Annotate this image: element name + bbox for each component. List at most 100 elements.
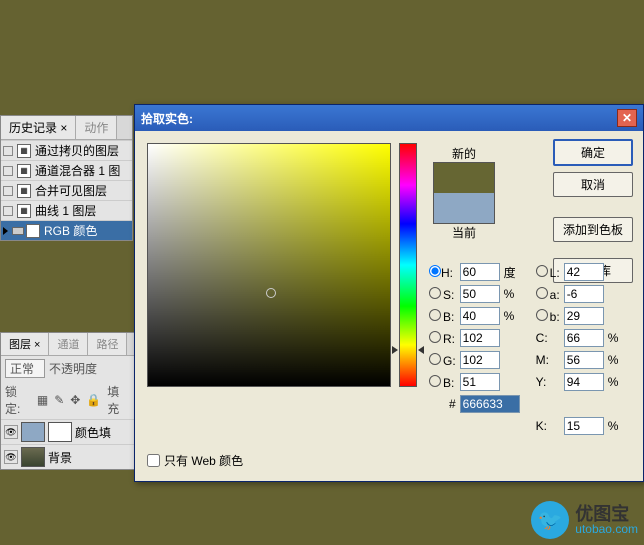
b3-radio[interactable]: B: — [429, 375, 456, 390]
hex-label: # — [429, 397, 456, 411]
c-unit: % — [608, 331, 619, 345]
hue-slider[interactable] — [399, 143, 417, 387]
history-label: 通过拷贝的图层 — [35, 142, 119, 159]
new-color-swatch — [434, 163, 494, 193]
layer-name: 背景 — [48, 449, 72, 466]
rgb-icon: ▤ — [26, 224, 40, 238]
layer-thumb — [21, 422, 45, 442]
c-label: C: — [536, 331, 560, 345]
dialog-titlebar[interactable]: 拾取实色: ✕ — [135, 105, 643, 131]
layer-thumb — [21, 447, 45, 467]
fill-label: 填充 — [107, 383, 130, 417]
watermark-name: 优图宝 — [575, 505, 638, 523]
tab-layers[interactable]: 图层 × — [1, 333, 49, 355]
b2-radio[interactable]: b: — [536, 309, 560, 324]
color-cursor — [266, 288, 276, 298]
history-row[interactable]: ▦曲线 1 图层 — [1, 200, 132, 220]
web-only-checkbox[interactable]: 只有 Web 颜色 — [147, 452, 243, 469]
lock-all-icon[interactable]: 🔒 — [86, 393, 101, 407]
web-only-label: 只有 Web 颜色 — [164, 452, 243, 469]
close-button[interactable]: ✕ — [617, 109, 637, 127]
h-radio[interactable]: H: — [429, 265, 456, 280]
y-input[interactable] — [564, 373, 604, 391]
g-input[interactable] — [460, 351, 500, 369]
history-panel: 历史记录 × 动作 ▦通过拷贝的图层 ▦通道混合器 1 图 ▦合并可见图层 ▦曲… — [0, 115, 133, 241]
l-input[interactable] — [564, 263, 604, 281]
mask-thumb — [48, 422, 72, 442]
k-unit: % — [608, 419, 619, 433]
watermark: 🐦 优图宝 utobao.com — [531, 501, 638, 539]
current-color-swatch[interactable] — [434, 193, 494, 223]
tab-history[interactable]: 历史记录 × — [1, 116, 76, 139]
b-input[interactable] — [460, 307, 500, 325]
l-radio[interactable]: L: — [536, 265, 560, 280]
tab-paths[interactable]: 路径 — [88, 333, 127, 355]
layers-panel: 图层 × 通道 路径 正常 不透明度 锁定: ▦ ✎ ✥ 🔒 填充 👁 颜色填 … — [0, 332, 135, 470]
watermark-url: utobao.com — [575, 523, 638, 535]
dialog-buttons: 确定 取消 添加到色板 颜色库 — [553, 139, 633, 283]
lock-row: 锁定: ▦ ✎ ✥ 🔒 填充 — [1, 381, 134, 419]
curves-icon: ▦ — [17, 204, 31, 218]
h-input[interactable] — [460, 263, 500, 281]
blend-mode-row: 正常 不透明度 — [1, 356, 134, 381]
hue-indicator-left — [392, 346, 398, 354]
a-radio[interactable]: a: — [536, 287, 560, 302]
s-unit: % — [504, 287, 520, 301]
dialog-body: 新的 当前 确定 取消 添加到色板 颜色库 H:度 L: S:% a: B:% … — [135, 131, 643, 481]
g-radio[interactable]: G: — [429, 353, 456, 368]
lock-brush-icon[interactable]: ✎ — [54, 393, 64, 407]
visibility-icon[interactable]: 👁 — [4, 425, 18, 439]
y-label: Y: — [536, 375, 560, 389]
hue-indicator-right — [418, 346, 424, 354]
slider-icon — [12, 227, 24, 235]
history-label: 合并可见图层 — [35, 182, 107, 199]
cancel-button[interactable]: 取消 — [553, 172, 633, 197]
opacity-label: 不透明度 — [49, 360, 97, 377]
k-input[interactable] — [564, 417, 604, 435]
layer-row[interactable]: 👁 背景 — [1, 444, 134, 469]
b-radio[interactable]: B: — [429, 309, 456, 324]
s-radio[interactable]: S: — [429, 287, 456, 302]
new-label: 新的 — [433, 145, 495, 162]
hex-input[interactable] — [460, 395, 520, 413]
saturation-box[interactable] — [147, 143, 391, 387]
m-label: M: — [536, 353, 560, 367]
lock-transparent-icon[interactable]: ▦ — [37, 393, 48, 407]
add-swatch-button[interactable]: 添加到色板 — [553, 217, 633, 242]
history-row-selected[interactable]: ▤ RGB 颜色 — [1, 220, 132, 240]
channel-mixer-icon: ▦ — [17, 164, 31, 178]
dialog-title: 拾取实色: — [141, 110, 617, 127]
history-row[interactable]: ▦ 通过拷贝的图层 — [1, 140, 132, 160]
ok-button[interactable]: 确定 — [553, 139, 633, 166]
tab-channels[interactable]: 通道 — [49, 333, 88, 355]
m-input[interactable] — [564, 351, 604, 369]
s-input[interactable] — [460, 285, 500, 303]
color-preview: 新的 当前 — [433, 145, 495, 241]
history-tabs: 历史记录 × 动作 — [1, 116, 132, 140]
layer-copy-icon: ▦ — [17, 144, 31, 158]
h-unit: 度 — [504, 264, 520, 281]
history-row[interactable]: ▦合并可见图层 — [1, 180, 132, 200]
layer-name: 颜色填 — [75, 424, 111, 441]
m-unit: % — [608, 353, 619, 367]
layers-tabs: 图层 × 通道 路径 — [1, 333, 134, 356]
history-label: 通道混合器 1 图 — [35, 162, 120, 179]
r-radio[interactable]: R: — [429, 331, 456, 346]
y-unit: % — [608, 375, 619, 389]
blend-mode-select[interactable]: 正常 — [5, 359, 45, 378]
tab-actions[interactable]: 动作 — [76, 116, 117, 139]
lock-move-icon[interactable]: ✥ — [70, 393, 80, 407]
b2-input[interactable] — [564, 307, 604, 325]
visibility-icon[interactable]: 👁 — [4, 450, 18, 464]
b3-input[interactable] — [460, 373, 500, 391]
b-unit: % — [504, 309, 520, 323]
r-input[interactable] — [460, 329, 500, 347]
history-label: RGB 颜色 — [44, 222, 97, 239]
lock-label: 锁定: — [5, 383, 31, 417]
a-input[interactable] — [564, 285, 604, 303]
layer-row[interactable]: 👁 颜色填 — [1, 419, 134, 444]
history-row[interactable]: ▦ 通道混合器 1 图 — [1, 160, 132, 180]
c-input[interactable] — [564, 329, 604, 347]
color-picker-dialog: 拾取实色: ✕ 新的 当前 确定 取消 添加到色板 颜色库 H: 度 — [134, 104, 644, 482]
web-only-input[interactable] — [147, 454, 160, 467]
